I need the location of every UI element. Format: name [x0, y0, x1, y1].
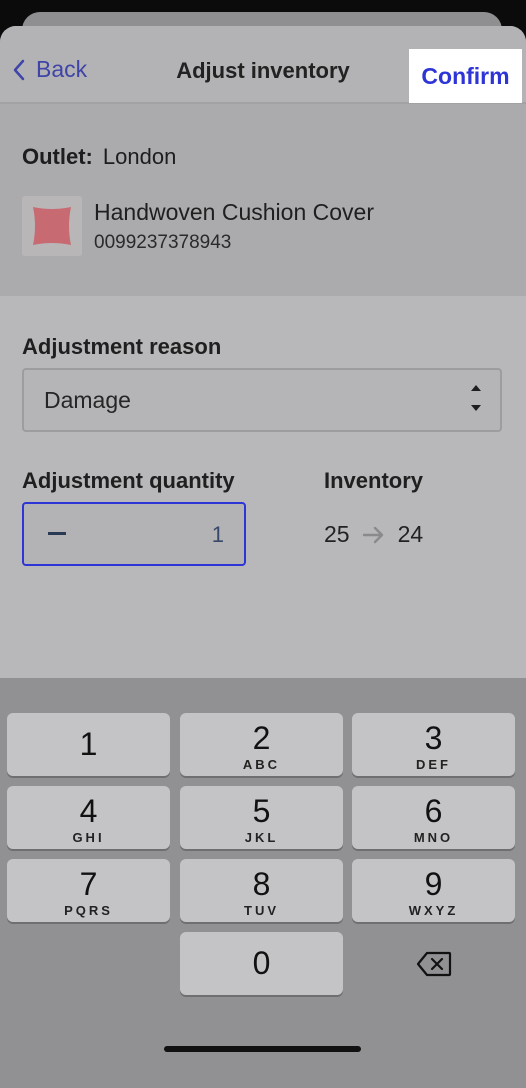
- backspace-icon: [416, 951, 451, 976]
- outlet-row: Outlet: London: [22, 144, 176, 170]
- key-3[interactable]: 3 DEF: [352, 713, 515, 776]
- outlet-label: Outlet:: [22, 144, 93, 169]
- home-indicator: [164, 1046, 361, 1052]
- arrow-right-icon: [362, 526, 383, 543]
- product-sku: 0099237378943: [94, 231, 232, 253]
- key-0[interactable]: 0: [180, 932, 343, 995]
- key-4[interactable]: 4 GHI: [7, 786, 170, 849]
- key-1[interactable]: 1: [7, 713, 170, 776]
- product-summary: Handwoven Cushion Cover 0099237378943: [22, 196, 374, 256]
- key-9[interactable]: 9 WXYZ: [352, 859, 515, 922]
- adjustment-reason-select[interactable]: Damage: [22, 368, 502, 432]
- adjustment-quantity-label: Adjustment quantity: [22, 468, 235, 493]
- key-8[interactable]: 8 TUV: [180, 859, 343, 922]
- adjustment-reason-label: Adjustment reason: [22, 334, 222, 359]
- inventory-from: 25: [324, 521, 350, 547]
- outlet-value: London: [102, 144, 177, 169]
- inventory-change: 25 24: [324, 521, 423, 548]
- key-2[interactable]: 2 ABC: [180, 713, 343, 776]
- numeric-keypad: 1 2 ABC 3 DEF 4 GHI 5 JKL 6 MNO 7 PQRS 8…: [0, 678, 526, 1088]
- product-thumbnail: [22, 196, 82, 256]
- adjustment-quantity-value: 1: [211, 522, 224, 547]
- inventory-label: Inventory: [324, 468, 424, 493]
- inventory-to: 24: [397, 521, 424, 547]
- select-arrows-icon: [471, 385, 481, 411]
- minus-icon: [48, 532, 66, 535]
- key-7[interactable]: 7 PQRS: [7, 859, 170, 922]
- product-name: Handwoven Cushion Cover: [94, 198, 374, 225]
- cushion-image: [33, 207, 71, 245]
- delete-key[interactable]: [352, 932, 515, 995]
- key-5[interactable]: 5 JKL: [180, 786, 343, 849]
- key-6[interactable]: 6 MNO: [352, 786, 515, 849]
- confirm-button[interactable]: Confirm: [409, 49, 522, 103]
- adjustment-section: Adjustment reason Damage Adjustment quan…: [0, 296, 526, 682]
- adjustment-quantity-input[interactable]: 1: [22, 502, 246, 566]
- adjust-inventory-sheet: Back Adjust inventory Confirm Outlet: Lon…: [0, 26, 526, 1088]
- adjustment-reason-value: Damage: [44, 387, 131, 413]
